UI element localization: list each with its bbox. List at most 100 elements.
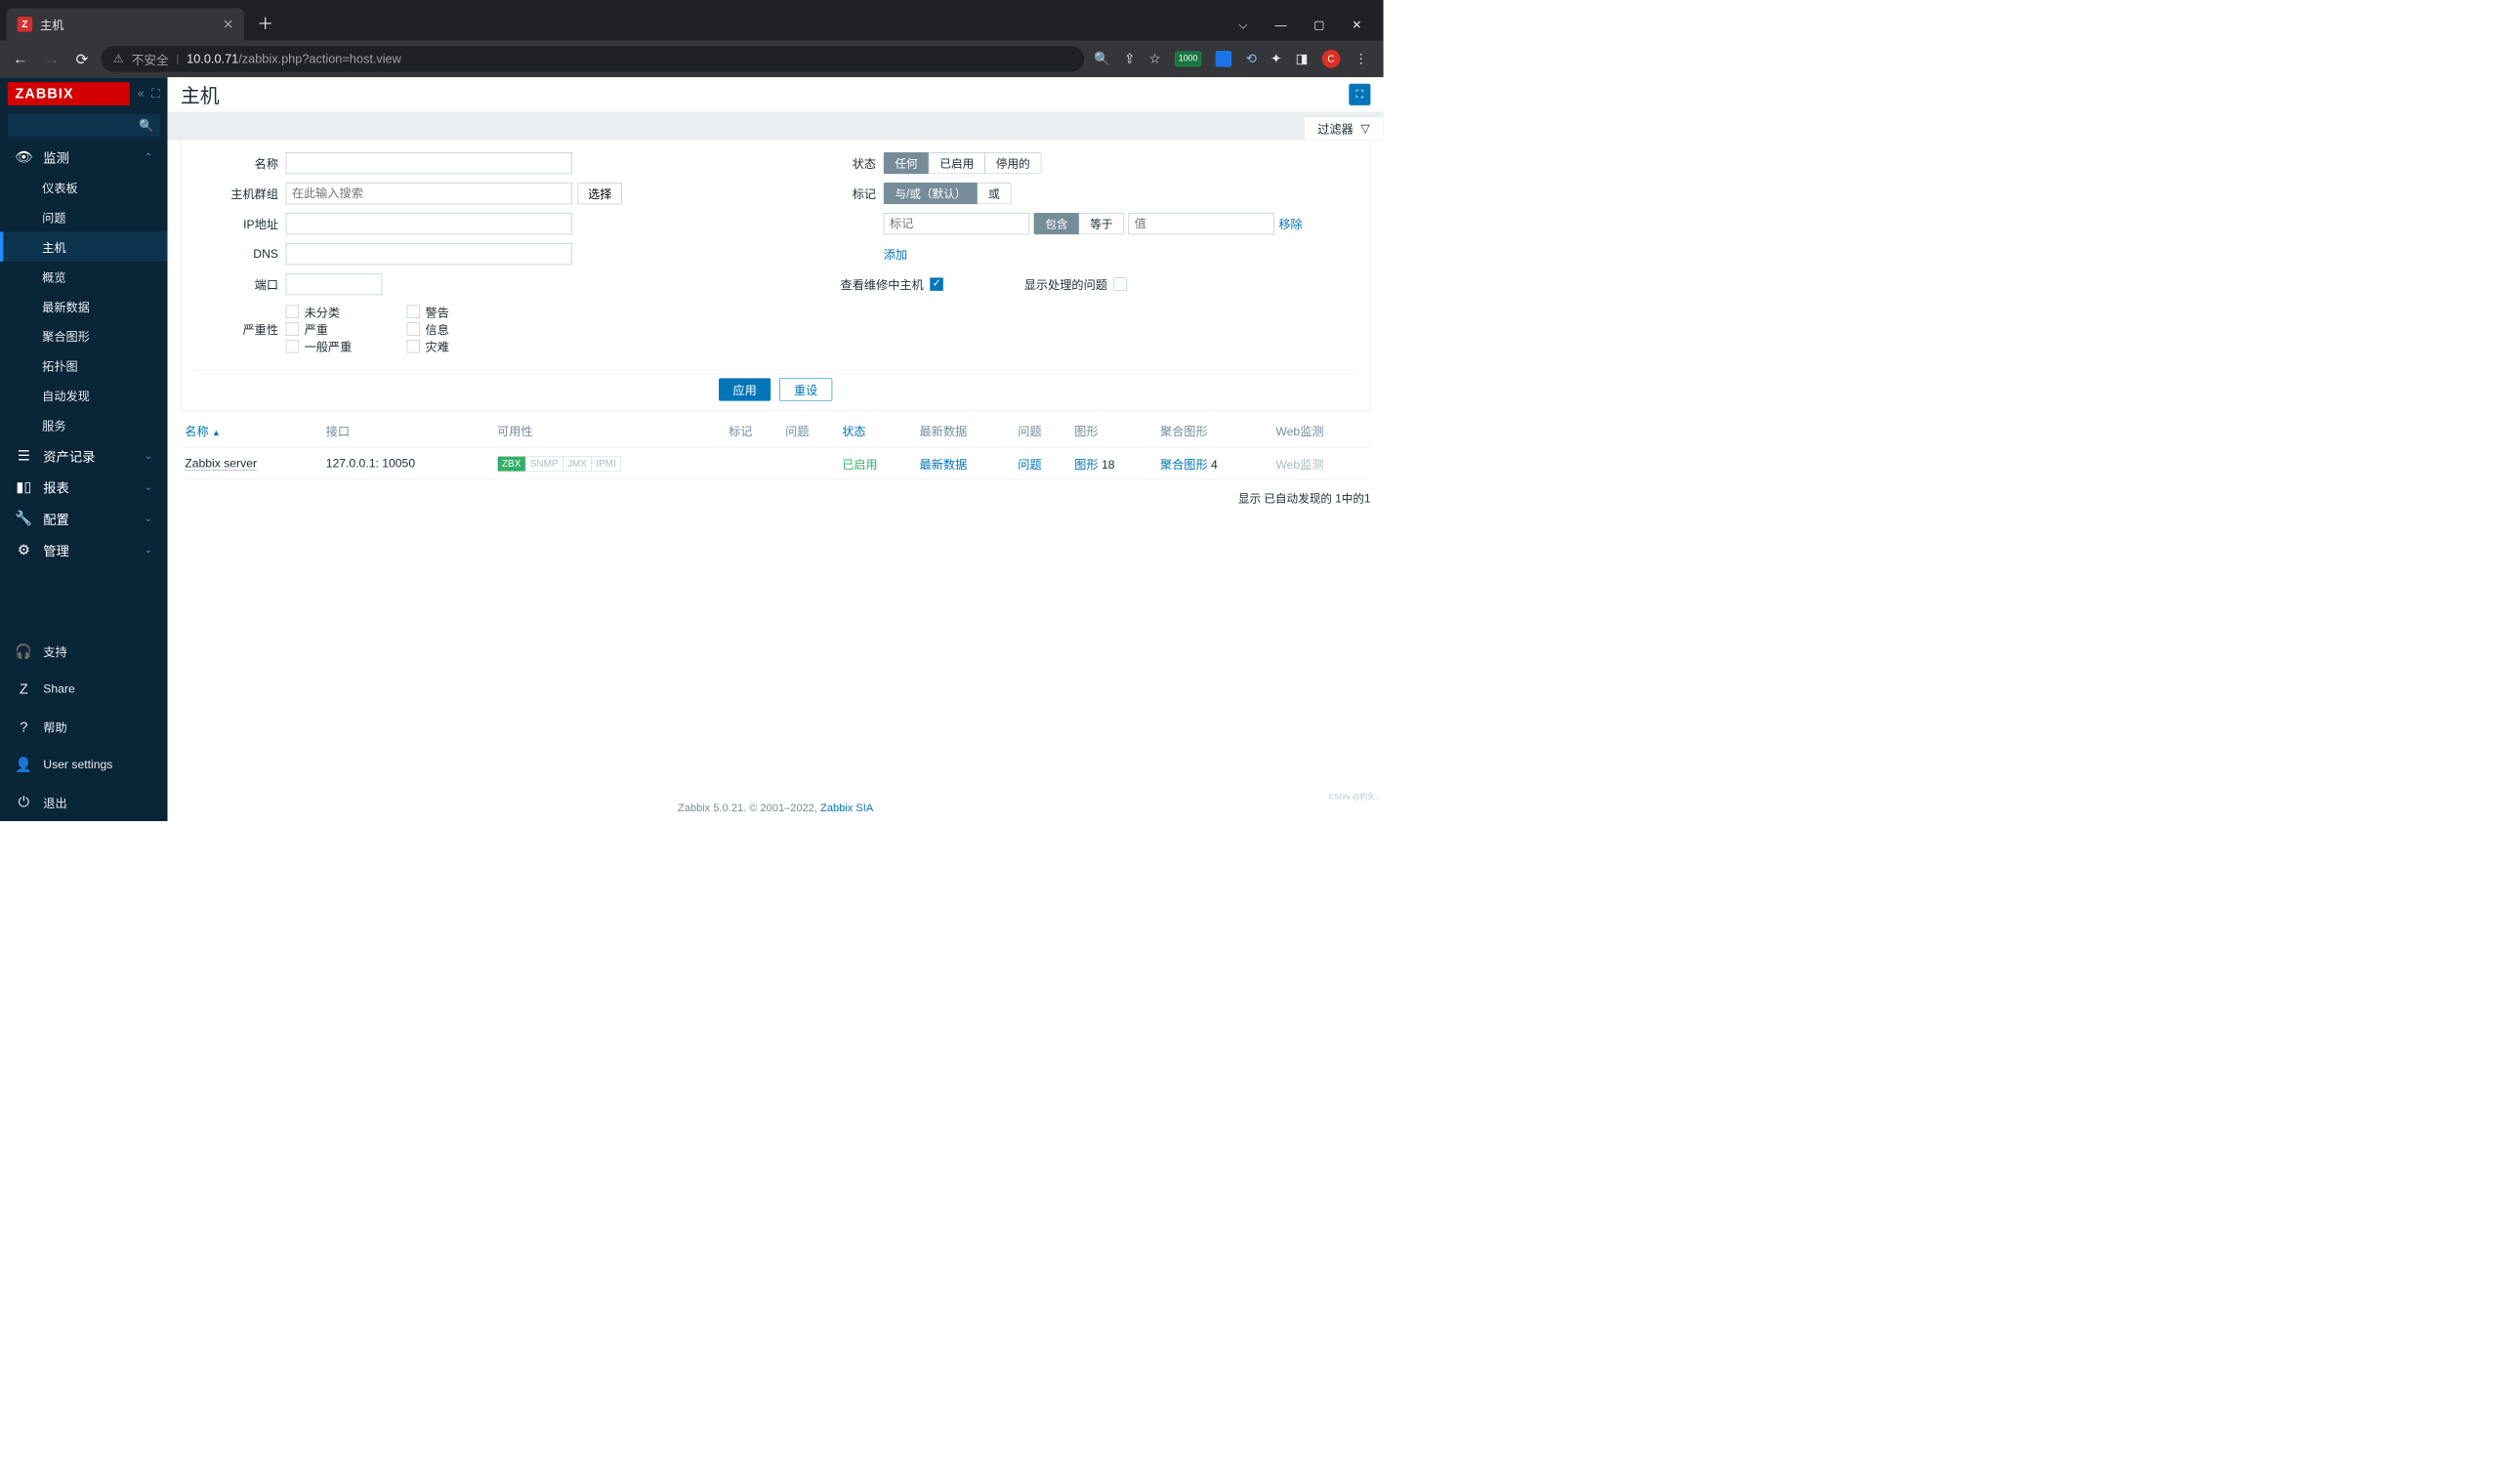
host-group-input[interactable]: [286, 183, 572, 204]
graphs-link[interactable]: 图形 18: [1074, 458, 1114, 472]
maximize-icon[interactable]: ▢: [1313, 18, 1325, 31]
chevron-down-icon[interactable]: ⌵: [1238, 18, 1247, 31]
popout-icon[interactable]: ⛶: [151, 87, 160, 101]
nav-section-admin[interactable]: ⚙ 管理 ⌄: [0, 534, 168, 565]
tag-mode-or[interactable]: 或: [977, 183, 1011, 204]
nav-share[interactable]: ZShare: [0, 670, 168, 708]
sync-extension-icon[interactable]: ⟲: [1246, 51, 1257, 66]
sidebar-search-input[interactable]: [8, 114, 160, 137]
maintenance-checkbox[interactable]: [930, 277, 942, 290]
avail-ipmi-icon: IPMI: [591, 456, 620, 471]
reload-icon[interactable]: ⟳: [72, 47, 92, 71]
close-window-icon[interactable]: ✕: [1352, 18, 1361, 31]
label-status: 状态: [792, 154, 884, 172]
ip-input[interactable]: [286, 213, 572, 234]
nav-item-overview[interactable]: 概览: [0, 262, 168, 291]
browser-actions: 🔍 ⇪ ☆ 1000 ⟲ ✦ ◨ C ⋮: [1094, 50, 1374, 68]
nav-user-settings[interactable]: 👤User settings: [0, 746, 168, 784]
address-bar[interactable]: ⚠ 不安全 | 10.0.0.71/zabbix.php?action=host…: [102, 46, 1084, 72]
cell-interface: 127.0.0.1: 10050: [321, 447, 492, 480]
port-input[interactable]: [286, 273, 383, 295]
nav-item-problems[interactable]: 问题: [0, 202, 168, 231]
nav-support[interactable]: 🎧支持: [0, 632, 168, 670]
zoom-icon[interactable]: 🔍: [1094, 51, 1110, 66]
nav-section-config[interactable]: 🔧 配置 ⌄: [0, 503, 168, 534]
name-input[interactable]: [286, 152, 572, 174]
google-translate-extension-icon[interactable]: [1216, 51, 1232, 67]
status-disabled[interactable]: 停用的: [984, 152, 1041, 174]
filter-tab[interactable]: 过滤器 ▽: [1304, 117, 1383, 140]
col-availability: 可用性: [493, 414, 725, 446]
extensions-puzzle-icon[interactable]: ✦: [1271, 51, 1281, 66]
severity-warning[interactable]: 警告: [407, 303, 505, 320]
close-tab-icon[interactable]: ✕: [223, 17, 233, 32]
extension-badge[interactable]: 1000: [1175, 52, 1201, 66]
back-icon[interactable]: ←: [10, 47, 31, 70]
nav-item-hosts[interactable]: 主机: [0, 231, 168, 261]
nav-section-reports[interactable]: ▮▯ 报表 ⌄: [0, 472, 168, 503]
search-icon[interactable]: 🔍: [139, 118, 153, 132]
side-panel-icon[interactable]: ◨: [1296, 51, 1309, 66]
severity-not-classified[interactable]: 未分类: [286, 303, 384, 320]
tag-mode-andor[interactable]: 与/或（默认）: [884, 183, 978, 204]
tag-add-link[interactable]: 添加: [884, 245, 907, 263]
status-any[interactable]: 任何: [884, 152, 929, 174]
nav-section-monitoring[interactable]: 👁 监测 ⌃: [0, 141, 168, 172]
dns-input[interactable]: [286, 243, 572, 265]
problems-link[interactable]: 问题: [1018, 458, 1041, 472]
show-suppressed-checkbox[interactable]: [1114, 277, 1127, 290]
tag-contains[interactable]: 包含: [1034, 213, 1079, 234]
severity-info[interactable]: 信息: [407, 320, 505, 338]
latest-link[interactable]: 最新数据: [920, 458, 968, 472]
nav-item-services[interactable]: 服务: [0, 410, 168, 439]
zabbix-sia-link[interactable]: Zabbix SIA: [820, 803, 873, 814]
nav-help[interactable]: ?帮助: [0, 708, 168, 746]
main-content: 主机 ⛶ 过滤器 ▽ 名称 主机群组选择 IP地址 DNS 端口 严重性 未分类: [168, 77, 1384, 821]
label-severity: 严重性: [194, 320, 286, 338]
severity-high[interactable]: 严重: [286, 320, 384, 338]
bookmark-star-icon[interactable]: ☆: [1149, 51, 1161, 66]
select-group-button[interactable]: 选择: [578, 183, 622, 204]
nav-item-maps[interactable]: 拓扑图: [0, 350, 168, 380]
profile-avatar[interactable]: C: [1322, 50, 1341, 68]
collapse-sidebar-icon[interactable]: «: [138, 87, 145, 101]
col-name[interactable]: 名称 ▲: [181, 414, 321, 446]
nav-item-discovery[interactable]: 自动发现: [0, 381, 168, 410]
browser-tab[interactable]: Z 主机 ✕: [7, 8, 244, 40]
col-latest: 最新数据: [915, 414, 1014, 446]
col-problems: 问题: [781, 414, 838, 446]
label-name: 名称: [194, 154, 286, 172]
nav-item-screens[interactable]: 聚合图形: [0, 321, 168, 350]
reset-button[interactable]: 重设: [779, 378, 832, 400]
kebab-menu-icon[interactable]: ⋮: [1354, 51, 1367, 66]
minimize-icon[interactable]: —: [1274, 18, 1286, 31]
host-name-link[interactable]: Zabbix server: [185, 457, 257, 471]
z-icon: Z: [15, 680, 32, 697]
tag-remove-link[interactable]: 移除: [1278, 215, 1302, 232]
tag-value-input[interactable]: [1128, 213, 1273, 234]
severity-disaster[interactable]: 灾难: [407, 338, 505, 355]
nav-section-inventory[interactable]: ☰ 资产记录 ⌄: [0, 439, 168, 471]
hosts-table: 名称 ▲ 接口 可用性 标记 问题 状态 最新数据 问题 图形 聚合图形 Web…: [168, 411, 1384, 483]
severity-average[interactable]: 一般严重: [286, 338, 384, 355]
share-icon[interactable]: ⇪: [1124, 51, 1135, 66]
status-enabled[interactable]: 已启用: [929, 152, 985, 174]
fullscreen-button[interactable]: ⛶: [1349, 84, 1370, 105]
nav-logout[interactable]: ⏻退出: [0, 783, 168, 821]
filter-funnel-icon: ▽: [1361, 121, 1370, 135]
tag-key-input[interactable]: [884, 213, 1029, 234]
watermark: CSDN @约久..: [1328, 791, 1379, 802]
screens-link[interactable]: 聚合图形 4: [1160, 458, 1218, 472]
avail-snmp-icon: SNMP: [525, 456, 562, 471]
logo[interactable]: ZABBIX: [8, 82, 130, 105]
col-status[interactable]: 状态: [838, 414, 915, 446]
col-graphs: 图形: [1070, 414, 1156, 446]
tag-equals[interactable]: 等于: [1079, 213, 1124, 234]
nav-item-dashboard[interactable]: 仪表板: [0, 173, 168, 202]
cell-status: 已启用: [838, 447, 915, 480]
chevron-down-icon: ⌄: [145, 544, 152, 556]
nav-item-latest[interactable]: 最新数据: [0, 291, 168, 320]
apply-button[interactable]: 应用: [719, 378, 771, 400]
new-tab-button[interactable]: ＋: [244, 11, 286, 41]
browser-tab-strip: Z 主机 ✕ ＋ ⌵ — ▢ ✕: [0, 0, 1384, 41]
